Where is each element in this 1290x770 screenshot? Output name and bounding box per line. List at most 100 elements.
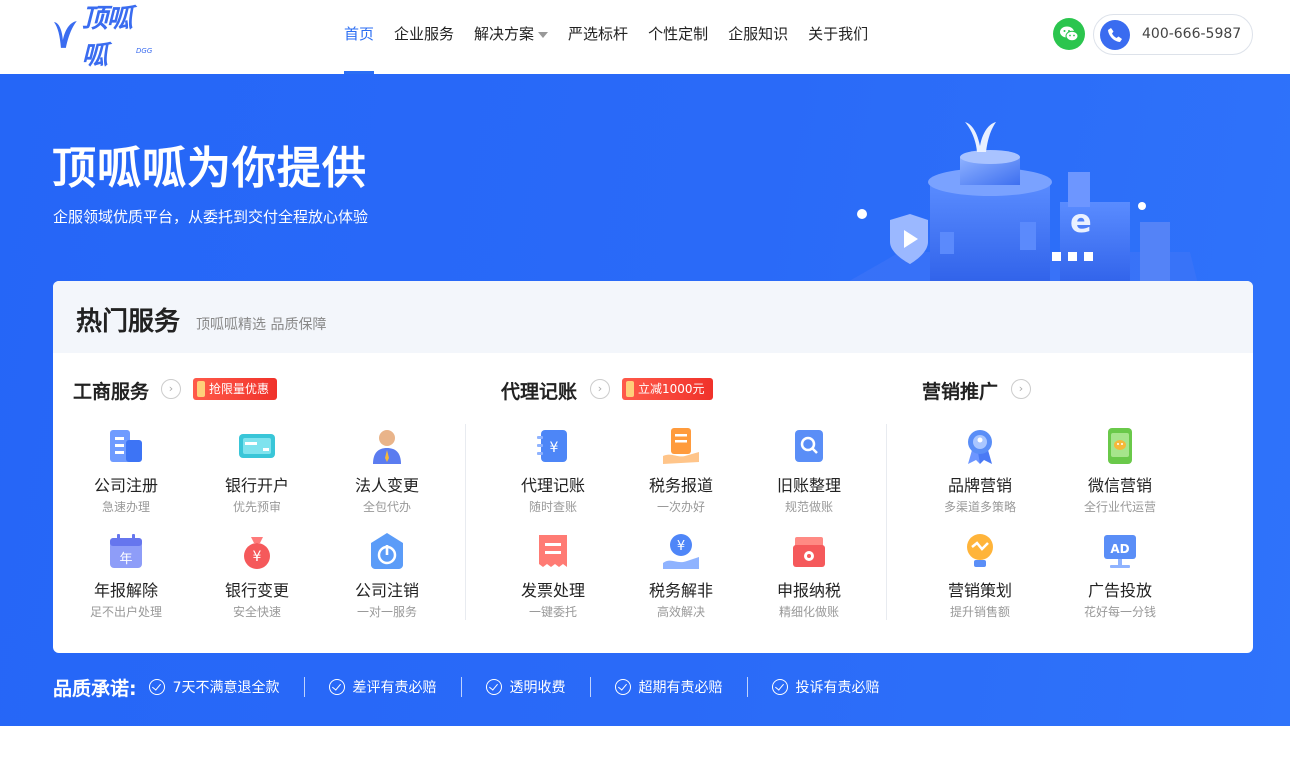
calendar-icon: 年 <box>110 534 142 568</box>
city-illustration-icon: e <box>830 122 1200 292</box>
quality-item: 投诉有责必赔 <box>771 677 880 697</box>
quality-promise-bar: 品质承诺: 7天不满意退全款 差评有责必赔 透明收费 超期有责必赔 投诉有责必赔 <box>53 674 880 700</box>
phone-number: 400-666-5987 <box>1142 26 1242 42</box>
item-label: 营销策划 <box>947 581 1012 600</box>
person-icon <box>373 430 401 464</box>
quality-item-label: 7天不满意退全款 <box>172 680 280 696</box>
hero-banner: 顶呱呱为你提供 企服领域优质平台，从委托到交付全程放心体验 e 热门服务 顶呱呱… <box>0 74 1290 726</box>
service-brand-marketing[interactable]: 品牌营销 多渠道多策略 <box>925 424 1035 515</box>
divider <box>303 677 305 697</box>
divider <box>465 424 466 620</box>
hero-subtitle: 企服领域优质平台，从委托到交付全程放心体验 <box>53 208 369 226</box>
ad-monitor-icon: AD <box>1104 535 1136 568</box>
item-label: 税务报道 <box>648 476 713 495</box>
service-legal-rep-change[interactable]: 法人变更 全包代办 <box>332 424 442 515</box>
check-circle-icon <box>148 679 165 695</box>
phone-contact[interactable]: 400-666-5987 <box>1093 14 1253 55</box>
nav-enterprise-services[interactable]: 企业服务 <box>384 0 464 74</box>
item-label: 申报纳税 <box>776 581 841 600</box>
service-old-accounts[interactable]: 旧账整理 规范做账 <box>754 424 864 515</box>
group-title: 代理记账 <box>501 381 578 403</box>
item-desc: 多渠道多策略 <box>943 500 1016 514</box>
item-desc: 高效解决 <box>656 605 705 619</box>
group-title: 工商服务 <box>73 381 150 403</box>
item-desc: 优先预审 <box>232 500 281 514</box>
service-bank-account[interactable]: 银行开户 优先预审 <box>202 424 312 515</box>
check-circle-icon <box>328 679 345 695</box>
ledger-icon: ¥ <box>537 430 567 462</box>
item-desc: 规范做账 <box>784 500 833 514</box>
coin-hand-icon: ¥ <box>663 534 699 569</box>
service-bookkeeping[interactable]: ¥ 代理记账 随时查账 <box>498 424 608 515</box>
wechat-phone-icon <box>1108 428 1132 464</box>
promo-badge[interactable]: 抢限量优惠 <box>193 378 278 400</box>
item-label: 公司注册 <box>93 476 158 495</box>
nav-benchmarks[interactable]: 严选标杆 <box>558 0 638 74</box>
item-desc: 提升销售额 <box>949 605 1010 619</box>
logo-mark-icon <box>53 21 77 48</box>
divider <box>886 424 887 620</box>
service-annual-report[interactable]: 年 年报解除 足不出户处理 <box>71 529 181 620</box>
item-label: 银行开户 <box>224 476 289 495</box>
group-header[interactable]: 营销推广 › <box>922 369 1242 409</box>
chevron-right-icon[interactable]: › <box>1011 379 1031 399</box>
item-desc: 一键委托 <box>528 605 577 619</box>
service-tax-filing[interactable]: 申报纳税 精细化做账 <box>754 529 864 620</box>
power-icon <box>371 533 403 569</box>
item-label: 银行变更 <box>224 581 289 600</box>
group-business: 工商服务 › 抢限量优惠 <box>73 369 473 409</box>
tax-doc-icon <box>663 428 699 464</box>
group-accounting: 代理记账 › 立减1000元 <box>501 369 901 409</box>
nav-customization[interactable]: 个性定制 <box>638 0 718 74</box>
group-header[interactable]: 代理记账 › 立减1000元 <box>501 369 901 409</box>
item-label: 法人变更 <box>354 476 419 495</box>
wechat-button[interactable] <box>1053 18 1085 50</box>
item-desc: 安全快速 <box>232 605 281 619</box>
invoice-icon <box>539 535 567 567</box>
group-header[interactable]: 工商服务 › 抢限量优惠 <box>73 369 473 409</box>
item-desc: 一次办好 <box>656 500 705 514</box>
item-label: 税务解非 <box>648 581 713 600</box>
item-desc: 随时查账 <box>528 500 577 514</box>
service-wechat-marketing[interactable]: 微信营销 全行业代运营 <box>1065 424 1175 515</box>
nav-home[interactable]: 首页 <box>334 0 384 74</box>
quality-item-label: 投诉有责必赔 <box>795 680 880 696</box>
service-ad-placement[interactable]: AD 广告投放 花好每一分钱 <box>1065 529 1175 620</box>
service-company-cancel[interactable]: 公司注销 一对一服务 <box>332 529 442 620</box>
item-label: 品牌营销 <box>947 476 1012 495</box>
chevron-right-icon[interactable]: › <box>161 379 181 399</box>
service-tax-report[interactable]: 税务报道 一次办好 <box>626 424 736 515</box>
item-desc: 足不出户处理 <box>89 605 162 619</box>
service-invoice[interactable]: 发票处理 一键委托 <box>498 529 608 620</box>
money-bag-icon: ¥ <box>244 537 270 569</box>
check-circle-icon <box>614 679 631 695</box>
chevron-right-icon[interactable]: › <box>590 379 610 399</box>
item-desc: 急速办理 <box>101 500 150 514</box>
item-label: 公司注销 <box>354 581 419 600</box>
service-bank-change[interactable]: ¥ 银行变更 安全快速 <box>202 529 312 620</box>
svg-text:¥: ¥ <box>253 549 262 565</box>
promo-badge[interactable]: 立减1000元 <box>622 378 713 400</box>
service-company-registration[interactable]: 公司注册 急速办理 <box>71 424 181 515</box>
quality-item-label: 透明收费 <box>509 680 566 696</box>
chevron-down-icon <box>538 31 549 38</box>
main-nav: 首页 企业服务 解决方案 严选标杆 个性定制 企服知识 关于我们 <box>334 0 878 74</box>
item-label: 广告投放 <box>1087 581 1152 600</box>
site-logo[interactable]: 顶呱呱 DGG <box>52 4 156 71</box>
service-tax-abnormal[interactable]: ¥ 税务解非 高效解决 <box>626 529 736 620</box>
logo-text: 顶呱呱 <box>81 4 133 71</box>
item-desc: 全行业代运营 <box>1083 500 1156 514</box>
quality-item: 透明收费 <box>485 677 566 697</box>
building-icon <box>110 430 142 462</box>
wechat-icon <box>1060 26 1079 42</box>
item-label: 年报解除 <box>93 581 158 600</box>
card-subtitle: 顶呱呱精选 品质保障 <box>196 317 327 333</box>
svg-text:¥: ¥ <box>550 440 559 456</box>
tax-box-icon <box>793 537 825 567</box>
service-marketing-planning[interactable]: 营销策划 提升销售额 <box>925 529 1035 620</box>
svg-text:AD: AD <box>1110 542 1129 556</box>
nav-solutions-label: 解决方案 <box>474 25 535 43</box>
nav-solutions[interactable]: 解决方案 <box>464 0 558 74</box>
nav-knowledge[interactable]: 企服知识 <box>718 0 798 74</box>
nav-about[interactable]: 关于我们 <box>798 0 878 74</box>
